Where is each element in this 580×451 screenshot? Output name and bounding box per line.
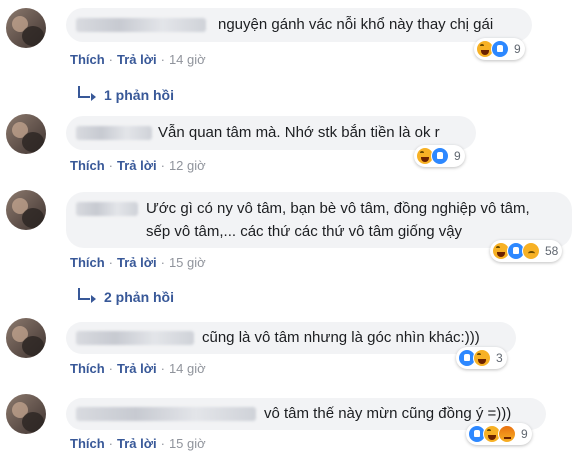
comment-text: cũng là vô tâm nhưng là góc nhìn khác:))… — [202, 329, 480, 346]
angry-icon — [498, 425, 516, 443]
reaction-count: 3 — [496, 351, 503, 365]
reactions-summary[interactable]: 9 — [414, 145, 465, 167]
reply-arrow-icon — [78, 86, 96, 101]
replies-count: 2 phản hồi — [104, 289, 174, 305]
haha-icon — [473, 349, 491, 367]
comment-bubble: cũng là vô tâm nhưng là góc nhìn khác:))… — [66, 322, 516, 354]
reply-link[interactable]: Trả lời — [117, 52, 157, 67]
comment-text: nguyện gánh vác nỗi khổ này thay chị gái — [218, 16, 494, 33]
timestamp[interactable]: 12 giờ — [169, 158, 206, 173]
reactions-summary[interactable]: 3 — [456, 347, 507, 369]
like-link[interactable]: Thích — [70, 52, 105, 67]
commenter-name[interactable] — [76, 202, 138, 216]
reaction-count: 9 — [521, 427, 528, 441]
reaction-count: 58 — [545, 244, 559, 258]
reply-arrow-icon — [78, 288, 96, 303]
sad-icon — [522, 242, 540, 260]
comment-actions: Thích · Trả lời · 14 giờ — [70, 361, 206, 376]
comment-actions: Thích · Trả lời · 14 giờ — [70, 52, 206, 67]
like-icon — [431, 147, 449, 165]
reply-link[interactable]: Trả lời — [117, 158, 157, 173]
commenter-name[interactable] — [76, 126, 152, 140]
comment-text: vô tâm thế này mừn cũng đồng ý =))) — [264, 405, 512, 422]
reactions-summary[interactable]: 9 — [466, 423, 532, 445]
reply-link[interactable]: Trả lời — [117, 255, 157, 270]
comment-actions: Thích · Trả lời · 12 giờ — [70, 158, 206, 173]
comment-actions: Thích · Trả lời · 15 giờ — [70, 436, 206, 451]
timestamp[interactable]: 14 giờ — [169, 361, 206, 376]
reply-link[interactable]: Trả lời — [117, 436, 157, 451]
reaction-count: 9 — [454, 149, 461, 163]
reaction-count: 9 — [514, 42, 521, 56]
comment-bubble: Ước gì có ny vô tâm, bạn bè vô tâm, đồng… — [66, 192, 572, 248]
comment-bubble: Vẫn quan tâm mà. Nhớ stk bắn tiền là ok … — [66, 116, 476, 150]
reactions-summary[interactable]: 58 — [490, 240, 563, 262]
like-link[interactable]: Thích — [70, 436, 105, 451]
like-link[interactable]: Thích — [70, 255, 105, 270]
like-link[interactable]: Thích — [70, 361, 105, 376]
avatar[interactable] — [6, 114, 46, 154]
timestamp[interactable]: 14 giờ — [169, 52, 206, 67]
avatar[interactable] — [6, 190, 46, 230]
avatar[interactable] — [6, 8, 46, 48]
commenter-name[interactable] — [76, 331, 194, 345]
comment-text-line-2: sếp vô tâm,... các thứ các thứ vô tâm gi… — [146, 223, 463, 240]
comment-bubble: nguyện gánh vác nỗi khổ này thay chị gái — [66, 8, 532, 42]
comment-actions: Thích · Trả lời · 15 giờ — [70, 255, 206, 270]
replies-count: 1 phản hồi — [104, 87, 174, 103]
comment-text: Vẫn quan tâm mà. Nhớ stk bắn tiền là ok … — [158, 124, 440, 141]
view-replies-link[interactable]: 1 phản hồi — [78, 86, 174, 103]
commenter-name[interactable] — [76, 407, 256, 421]
avatar[interactable] — [6, 318, 46, 358]
reply-link[interactable]: Trả lời — [117, 361, 157, 376]
like-icon — [491, 40, 509, 58]
timestamp[interactable]: 15 giờ — [169, 255, 206, 270]
view-replies-link[interactable]: 2 phản hồi — [78, 288, 174, 305]
comment-text-line-1: Ước gì có ny vô tâm, bạn bè vô tâm, đồng… — [146, 200, 530, 217]
reactions-summary[interactable]: 9 — [474, 38, 525, 60]
like-link[interactable]: Thích — [70, 158, 105, 173]
timestamp[interactable]: 15 giờ — [169, 436, 206, 451]
avatar[interactable] — [6, 394, 46, 434]
commenter-name[interactable] — [76, 18, 206, 32]
